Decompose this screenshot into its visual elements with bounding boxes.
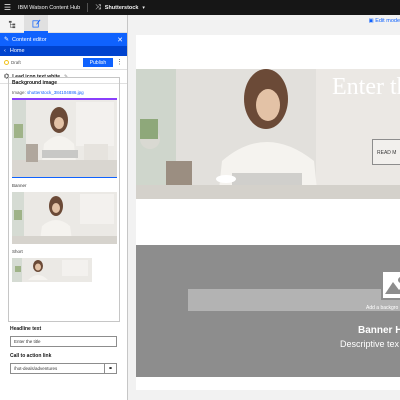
rendition-label-short: Short [12,249,23,254]
edit-mode-icon: ▣ [368,18,374,24]
hero-title[interactable]: Enter th [332,74,400,101]
close-icon[interactable]: ✕ [117,36,123,44]
top-bar: ☰ IBM Watson Content Hub ⤨ Shutterstock … [0,0,400,15]
page-canvas: ▣ Edit mode Enter th READ M [128,15,400,400]
picture-icon [385,277,400,294]
page-preview: Enter th READ M Add a backgro Banner H D… [136,35,400,400]
hamburger-icon[interactable]: ☰ [0,0,15,15]
chevron-down-icon[interactable]: ▾ [142,5,145,11]
status-row: Draft Publish ⋮ [0,56,127,70]
rendition-short-thumbnail[interactable] [12,258,92,282]
breadcrumb[interactable]: ‹ Home [0,46,127,56]
banner-headline[interactable]: Banner H [358,325,400,336]
product-name: IBM Watson Content Hub [18,4,81,11]
divider [87,3,89,12]
image-filename[interactable]: Image: shutterstock_384104886.jpg [12,90,116,95]
image-filename-link[interactable]: shutterstock_384104886.jpg [27,90,84,95]
hero-banner[interactable]: Enter th READ M [136,69,400,199]
edit-mode-toggle[interactable]: ▣ Edit mode [369,18,400,24]
image-placeholder-icon[interactable] [381,270,400,300]
content-edit-icon: ✎ [4,37,10,43]
selected-image-preview[interactable] [12,98,117,178]
read-more-button[interactable]: READ M [372,139,400,165]
banner-description[interactable]: Descriptive tex [340,339,399,349]
publish-button[interactable]: Publish [83,58,113,67]
rendition-banner-thumbnail[interactable] [12,192,117,244]
overflow-menu-icon[interactable]: ⋮ [115,59,124,66]
headline-input[interactable]: Enter the title [10,336,117,347]
link-icon[interactable]: ⚭ [104,364,116,373]
cta-link-value[interactable]: /hot-deals/adventures [11,366,104,371]
tab-content-editor[interactable] [24,15,48,33]
image-prefix: Image: [12,90,26,95]
add-background-label[interactable]: Add a backgro [366,305,398,311]
panel-tabs [0,15,127,33]
status-badge: Draft [11,60,21,65]
headline-label: Headline text [10,326,42,332]
banner-rendition-image [12,192,117,244]
breadcrumb-home[interactable]: Home [10,48,25,54]
background-image-label: Background image [12,80,58,86]
chevron-left-icon[interactable]: ‹ [4,48,6,54]
content-editor-header: ✎ Content editor ✕ [0,33,127,46]
tree-icon [8,20,15,28]
edit-mode-label[interactable]: Edit mode [375,18,400,24]
shuffle-icon[interactable]: ⤨ [95,4,101,12]
background-image [12,100,117,177]
site-name[interactable]: Shutterstock [105,5,139,11]
cta-link-input[interactable]: /hot-deals/adventures ⚭ [10,363,117,374]
background-image-field: Background image Image: shutterstock_384… [8,77,120,322]
tab-site-tree[interactable] [0,15,24,33]
cta-link-label: Call to action link [10,353,52,359]
panel-title: Content editor [12,36,47,43]
page-footer-gap [136,390,400,400]
short-rendition-image [12,258,92,282]
rendition-label-banner: Banner [12,183,27,188]
draft-status-icon [4,60,9,65]
banner-component[interactable]: Add a backgro Banner H Descriptive tex [136,245,400,377]
content-edit-icon [32,19,40,27]
